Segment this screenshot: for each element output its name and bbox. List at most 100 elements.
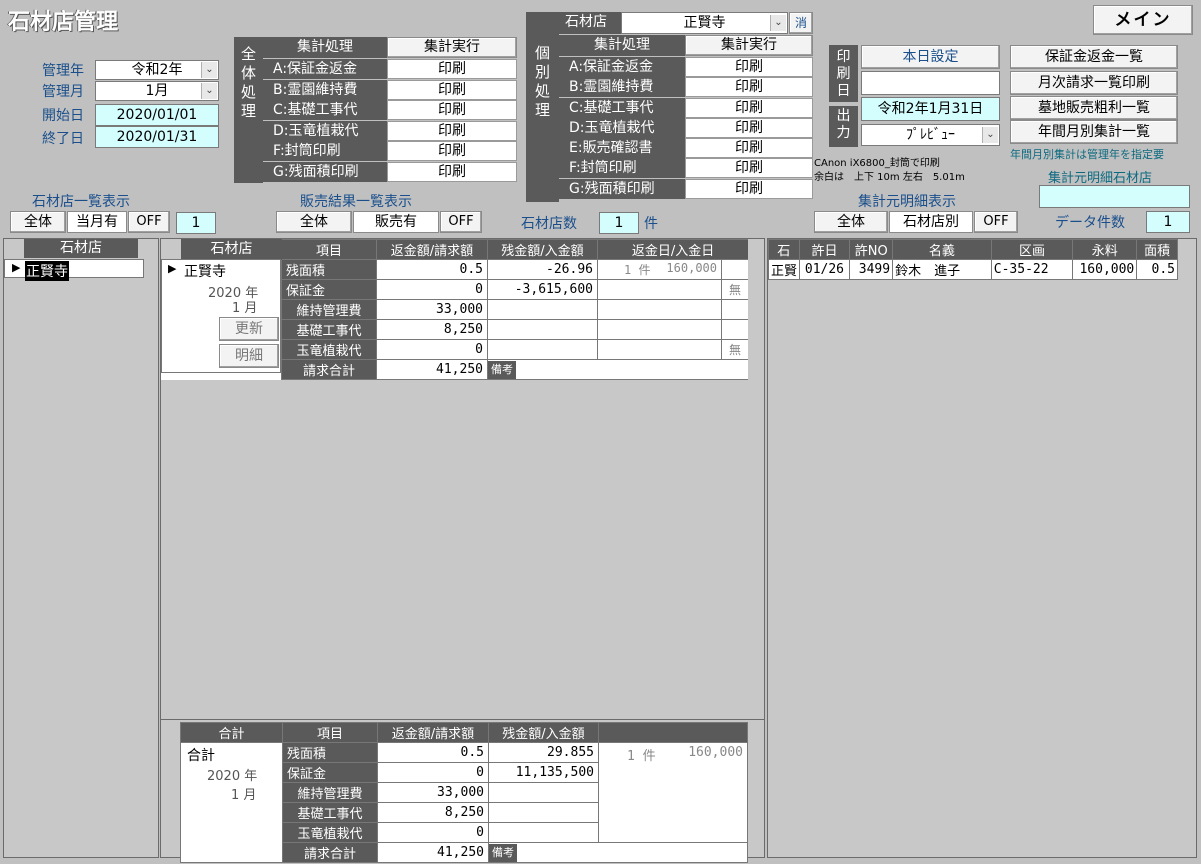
start-date-field[interactable]: 2020/01/01 bbox=[95, 104, 219, 126]
global-print-button[interactable]: 印刷 bbox=[387, 120, 517, 141]
update-button[interactable]: 更新 bbox=[219, 317, 279, 341]
store-list-current-button[interactable]: 当月有 bbox=[67, 211, 127, 233]
detail-col-header: 石 bbox=[768, 239, 800, 260]
result-billed[interactable]: 0.5 bbox=[376, 259, 488, 280]
global-print-button[interactable]: 印刷 bbox=[387, 59, 517, 79]
clear-store-button[interactable]: 消 bbox=[789, 12, 813, 34]
detail-cell-fee: 160,000 bbox=[1072, 259, 1138, 280]
store-list-all-button[interactable]: 全体 bbox=[10, 211, 66, 233]
col-remaining: 残金額/入金額 bbox=[487, 239, 598, 260]
main-button[interactable]: メイン bbox=[1093, 5, 1193, 35]
set-today-button[interactable]: 本日設定 bbox=[861, 45, 1000, 69]
global-print-button[interactable]: 印刷 bbox=[387, 100, 517, 120]
detail-cell-area: 0.5 bbox=[1136, 259, 1178, 280]
result-remaining[interactable] bbox=[487, 339, 598, 360]
individual-print-button[interactable]: 印刷 bbox=[685, 57, 813, 77]
summary-label: 合計 bbox=[187, 748, 215, 764]
summary-date-cell: 1 件 160,000 bbox=[598, 742, 748, 843]
store-list-off-button[interactable]: OFF bbox=[128, 211, 170, 233]
individual-print-button[interactable]: 印刷 bbox=[685, 77, 813, 98]
detail-col-header: 許日 bbox=[798, 239, 851, 260]
individual-row: C:基礎工事代 印刷 bbox=[559, 97, 813, 118]
individual-print-button[interactable]: 印刷 bbox=[685, 138, 813, 159]
summary-count: 1 件 bbox=[627, 749, 656, 764]
detail-off-button[interactable]: OFF bbox=[974, 211, 1018, 233]
detail-row[interactable]: 正賢 01/26 3499 鈴木 進子 C-35-22 160,000 0.5 bbox=[768, 259, 1178, 280]
cemetery-gross-profit-button[interactable]: 墓地販売粗利一覧 bbox=[1010, 96, 1178, 120]
data-count-value: 1 bbox=[1146, 211, 1190, 233]
individual-run-button[interactable]: 集計実行 bbox=[685, 35, 813, 56]
deposit-refund-list-button[interactable]: 保証金返金一覧 bbox=[1010, 45, 1178, 69]
summary-year: 2020 年 bbox=[207, 769, 258, 784]
margin-info: 余白は 上下 10m 左右 5.01m bbox=[814, 172, 965, 183]
global-row-label: F:封筒印刷 bbox=[263, 141, 387, 161]
detail-cell-plot: C-35-22 bbox=[990, 259, 1074, 280]
individual-print-button[interactable]: 印刷 bbox=[685, 97, 813, 118]
global-row-label: B:霊園維持費 bbox=[263, 79, 387, 100]
monthly-billing-print-button[interactable]: 月次請求一覧印刷 bbox=[1010, 71, 1178, 95]
middle-store-header: 石材店 bbox=[181, 239, 282, 260]
print-date-field[interactable]: 令和2年1月31日 bbox=[861, 97, 1000, 121]
summary-billed: 0.5 bbox=[377, 742, 489, 763]
detail-by-store-button[interactable]: 石材店別 bbox=[889, 211, 973, 233]
global-print-button[interactable]: 印刷 bbox=[387, 161, 517, 182]
print-day-input[interactable] bbox=[861, 71, 1000, 95]
result-billed[interactable]: 0 bbox=[376, 339, 488, 360]
store-value: 正賢寺 bbox=[683, 15, 726, 31]
result-billed[interactable]: 8,250 bbox=[376, 319, 488, 340]
result-remaining[interactable] bbox=[487, 299, 598, 320]
sales-with-button[interactable]: 販売有 bbox=[353, 211, 439, 233]
data-count-label: データ件数 bbox=[1055, 215, 1125, 231]
summary-col-total: 合計 bbox=[180, 722, 283, 743]
result-billed[interactable]: 0 bbox=[376, 279, 488, 300]
store-list-count: 1 bbox=[176, 212, 216, 234]
result-date[interactable]: 1 件 160,000 bbox=[597, 259, 722, 280]
summary-remarks-label: 備考 bbox=[489, 843, 517, 862]
chevron-down-icon[interactable]: ⌄ bbox=[770, 15, 786, 31]
individual-print-button[interactable]: 印刷 bbox=[685, 158, 813, 179]
result-remaining[interactable] bbox=[487, 319, 598, 340]
result-remaining[interactable]: -3,615,600 bbox=[487, 279, 598, 300]
store-select[interactable]: 正賢寺 ⌄ bbox=[621, 12, 788, 34]
individual-header-left: 集計処理 bbox=[559, 35, 685, 56]
end-date-field[interactable]: 2020/01/31 bbox=[95, 126, 219, 148]
individual-print-button[interactable]: 印刷 bbox=[685, 117, 813, 138]
month-select[interactable]: 1月 ⌄ bbox=[95, 81, 219, 101]
app-title: 石材店管理 bbox=[8, 9, 119, 35]
result-total-value: 41,250 bbox=[376, 359, 488, 380]
output-select[interactable]: ﾌﾟﾚﾋﾞｭｰ ⌄ bbox=[861, 124, 1000, 146]
detail-store-label: 集計元明細石材店 bbox=[1048, 171, 1153, 186]
detail-all-button[interactable]: 全体 bbox=[814, 211, 888, 233]
individual-row: B:霊園維持費 印刷 bbox=[559, 77, 813, 98]
global-print-button[interactable]: 印刷 bbox=[387, 79, 517, 100]
annual-monthly-summary-button[interactable]: 年間月別集計一覧 bbox=[1010, 120, 1178, 144]
global-row-label: A:保証金返金 bbox=[263, 59, 387, 79]
global-row-label: D:玉竜植栽代 bbox=[263, 120, 387, 141]
result-date[interactable] bbox=[597, 319, 722, 340]
sales-all-button[interactable]: 全体 bbox=[276, 211, 352, 233]
store-list-item[interactable]: ▶ 正賢寺 bbox=[4, 259, 144, 281]
result-date[interactable] bbox=[597, 279, 722, 300]
global-run-button[interactable]: 集計実行 bbox=[387, 37, 517, 58]
year-select[interactable]: 令和2年 ⌄ bbox=[95, 60, 219, 80]
detail-table: 石許日 許NO 名義 区画 永料 面積 正賢 01/26 3499 鈴木 進子 C-35-22 16… bbox=[768, 239, 1178, 280]
sales-off-button[interactable]: OFF bbox=[440, 211, 482, 233]
individual-row: D:玉竜植栽代 印刷 bbox=[559, 117, 813, 138]
chevron-down-icon[interactable]: ⌄ bbox=[982, 127, 998, 143]
chevron-down-icon[interactable]: ⌄ bbox=[201, 62, 217, 78]
summary-col-billed: 返金額/請求額 bbox=[377, 722, 489, 743]
detail-button[interactable]: 明細 bbox=[219, 344, 279, 368]
result-date[interactable] bbox=[597, 339, 722, 360]
global-print-button[interactable]: 印刷 bbox=[387, 141, 517, 161]
start-date-label: 開始日 bbox=[42, 108, 84, 124]
result-billed[interactable]: 33,000 bbox=[376, 299, 488, 320]
chevron-down-icon[interactable]: ⌄ bbox=[201, 83, 217, 99]
individual-row-label: E:販売確認書 bbox=[559, 138, 685, 159]
summary-billed: 33,000 bbox=[377, 782, 489, 803]
detail-store-field[interactable] bbox=[1039, 185, 1190, 208]
summary-col-remaining: 残金額/入金額 bbox=[488, 722, 599, 743]
individual-print-button[interactable]: 印刷 bbox=[685, 178, 813, 199]
result-remaining[interactable]: -26.96 bbox=[487, 259, 598, 280]
individual-row-label: D:玉竜植栽代 bbox=[559, 117, 685, 138]
result-date[interactable] bbox=[597, 299, 722, 320]
